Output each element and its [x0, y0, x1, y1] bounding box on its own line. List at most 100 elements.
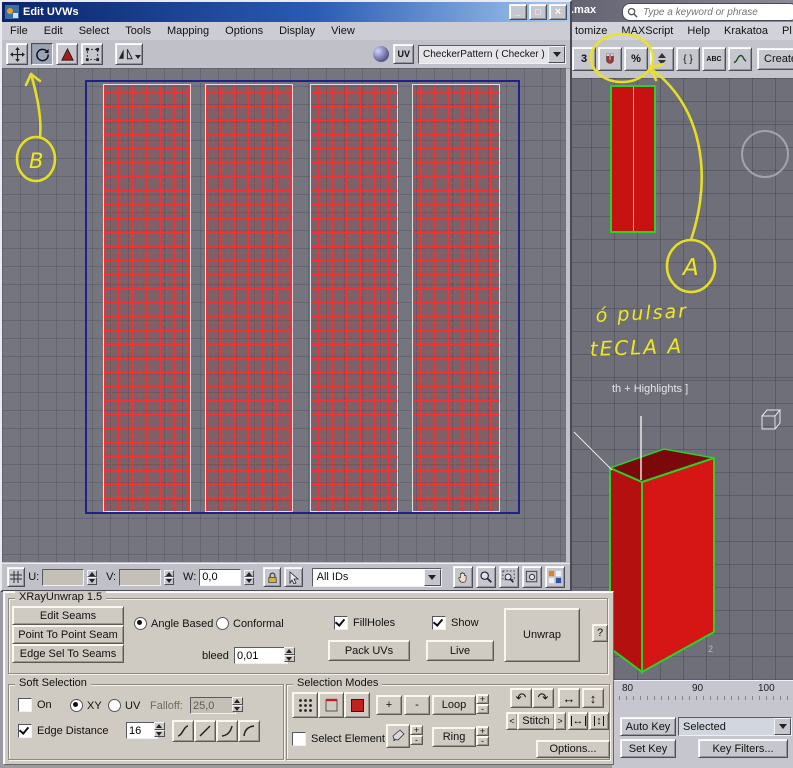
unwrap-button[interactable]: Unwrap: [504, 608, 580, 662]
paint-minus-button[interactable]: -: [410, 735, 423, 745]
timeline-track[interactable]: 80 90 100: [612, 680, 793, 702]
uv-shell-strip[interactable]: [103, 84, 191, 512]
align-rotate-left-button[interactable]: ↶: [510, 688, 532, 708]
options-button[interactable]: Options...: [536, 740, 610, 758]
face-mode-button[interactable]: [344, 692, 370, 718]
loop-spinner[interactable]: + -: [476, 694, 489, 714]
loop-button[interactable]: Loop: [432, 695, 476, 715]
uv-shell-strip[interactable]: [310, 84, 398, 512]
scale-tool-button[interactable]: [56, 43, 78, 65]
checkbox-icon[interactable]: [292, 732, 306, 746]
uv-space-button[interactable]: UV: [393, 44, 414, 64]
align-horizontal-button[interactable]: ↔: [558, 688, 580, 708]
falloff-smooth-button[interactable]: [172, 720, 194, 742]
w-spinner[interactable]: [244, 569, 255, 585]
paint-plus-button[interactable]: +: [410, 725, 423, 735]
pan-button[interactable]: [452, 566, 473, 588]
align-rotate-right-button[interactable]: ↷: [532, 688, 554, 708]
rotate-gizmo[interactable]: [741, 130, 789, 178]
max-search-box[interactable]: [622, 3, 793, 21]
radio-icon[interactable]: [216, 617, 229, 630]
menu-item-maxscript[interactable]: MAXScript: [614, 25, 680, 37]
set-key-button[interactable]: Set Key: [620, 739, 676, 758]
checkbox-icon[interactable]: [432, 616, 446, 630]
falloff-slow-button[interactable]: [216, 720, 238, 742]
ring-minus-button[interactable]: -: [476, 736, 489, 746]
edit-seams-button[interactable]: Edit Seams: [12, 606, 124, 625]
selection-set-dropdown[interactable]: Selected: [678, 717, 792, 736]
dropdown-arrow-icon[interactable]: [774, 718, 791, 735]
auto-key-button[interactable]: Auto Key: [620, 717, 676, 736]
rotate-tool-button[interactable]: [31, 43, 53, 65]
show-map-sphere-icon[interactable]: [373, 46, 390, 62]
snap-grid-button[interactable]: [545, 566, 566, 588]
v-spinner[interactable]: [164, 569, 175, 585]
select-element-checkbox[interactable]: Select Element: [292, 732, 385, 746]
menu-edit[interactable]: Edit: [36, 25, 71, 37]
search-input[interactable]: [641, 5, 793, 19]
checkbox-icon[interactable]: [334, 616, 348, 630]
ring-plus-button[interactable]: +: [476, 726, 489, 736]
menu-mapping[interactable]: Mapping: [159, 25, 217, 37]
u-spinner[interactable]: [87, 569, 98, 585]
curve-editor-button[interactable]: [728, 47, 752, 71]
percent-snap-button[interactable]: %: [624, 47, 648, 71]
menu-item-krakatoa[interactable]: Krakatoa: [717, 25, 775, 37]
close-button[interactable]: ×: [549, 4, 567, 20]
soft-selection-on-checkbox[interactable]: On: [18, 698, 52, 712]
conformal-radio[interactable]: Conformal: [216, 617, 284, 630]
key-filters-button[interactable]: Key Filters...: [698, 739, 788, 758]
mirror-tool-button[interactable]: [115, 43, 143, 65]
v-coordinate-field[interactable]: [119, 568, 162, 586]
paint-select-button[interactable]: [386, 724, 410, 748]
menu-item-customize[interactable]: tomize: [568, 25, 614, 37]
absolute-mode-button[interactable]: [7, 567, 26, 587]
edge-distance-spinner[interactable]: [154, 722, 165, 737]
fillholes-checkbox[interactable]: FillHoles: [334, 616, 395, 630]
uv-shell-strip[interactable]: [412, 84, 500, 512]
falloff-linear-button[interactable]: [194, 720, 216, 742]
checkbox-icon[interactable]: [18, 724, 32, 738]
uv-shell-strip[interactable]: [205, 84, 293, 512]
uvw-title-bar[interactable]: Edit UVWs _ □ ×: [2, 2, 570, 22]
zoom-button[interactable]: [475, 566, 496, 588]
texture-pattern-dropdown[interactable]: CheckerPattern ( Checker ): [418, 44, 566, 64]
menu-tools[interactable]: Tools: [117, 25, 159, 37]
ring-button[interactable]: Ring: [432, 727, 476, 747]
edge-mode-button[interactable]: [318, 692, 344, 718]
named-selection-button[interactable]: { }: [676, 47, 700, 71]
id-filter-dropdown[interactable]: All IDs: [311, 567, 442, 587]
live-button[interactable]: Live: [426, 640, 494, 661]
paint-size-spinner[interactable]: + -: [410, 725, 423, 745]
bleed-spinner[interactable]: [284, 647, 295, 662]
u-coordinate-field[interactable]: [42, 568, 85, 586]
point-to-point-seam-button[interactable]: Point To Point Seam: [12, 625, 124, 644]
zoom-region-button[interactable]: [498, 566, 519, 588]
falloff-fast-button[interactable]: [238, 720, 260, 742]
box-object-front-view[interactable]: [610, 85, 656, 233]
weld-horizontal-button[interactable]: ↔: [568, 712, 588, 730]
stitch-next-button[interactable]: >: [554, 712, 566, 730]
snap-toggle-button[interactable]: 3: [572, 47, 596, 71]
viewcube-icon[interactable]: [761, 409, 782, 430]
xy-radio[interactable]: XY: [70, 699, 102, 712]
menu-item-plugins[interactable]: Pl: [775, 25, 793, 37]
radio-icon[interactable]: [108, 699, 121, 712]
loop-plus-button[interactable]: +: [476, 694, 489, 704]
angle-based-radio[interactable]: Angle Based: [134, 617, 213, 630]
zoom-extents-button[interactable]: [521, 566, 542, 588]
lock-selection-button[interactable]: [263, 567, 282, 587]
menu-file[interactable]: File: [2, 25, 36, 37]
shrink-selection-button[interactable]: -: [404, 695, 430, 715]
angle-snap-button[interactable]: [598, 47, 622, 71]
weld-vertical-button[interactable]: ↕: [589, 712, 609, 730]
falloff-field[interactable]: [190, 697, 236, 714]
maximize-button[interactable]: □: [529, 4, 547, 20]
move-tool-button[interactable]: [6, 43, 28, 65]
minimize-button[interactable]: _: [509, 4, 527, 20]
edge-sel-to-seams-button[interactable]: Edge Sel To Seams: [12, 644, 124, 663]
grow-selection-button[interactable]: +: [376, 695, 402, 715]
select-cursor-button[interactable]: [284, 567, 303, 587]
radio-icon[interactable]: [70, 699, 83, 712]
rename-objects-button[interactable]: ABC: [702, 47, 726, 71]
